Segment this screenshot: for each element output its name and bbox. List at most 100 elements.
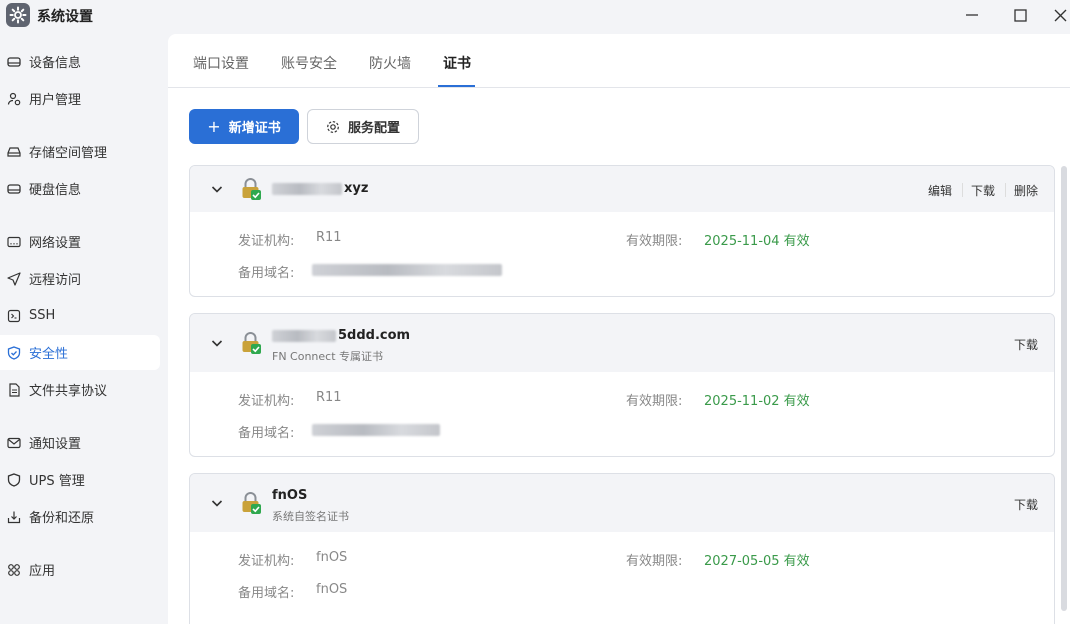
sidebar-item-label: 设备信息 xyxy=(29,56,82,71)
issuer-value: R11 xyxy=(316,390,342,405)
alt-names-label: 备用域名: xyxy=(238,586,295,601)
redacted-alt-names xyxy=(312,423,440,436)
main-panel: 端口设置 账号安全 防火墙 证书 + 新增证书 服务配置 xyz 编辑 下载 删… xyxy=(168,34,1070,624)
scrollbar[interactable] xyxy=(1061,166,1067,611)
certificate-card: fnOS 系统自签名证书 下载 发证机构: fnOS 有效期限: 2027-05… xyxy=(189,473,1055,624)
users-icon xyxy=(7,92,21,106)
sidebar-item-label: 存储空间管理 xyxy=(29,146,108,161)
alt-names-value xyxy=(312,262,502,277)
certificate-card-header[interactable]: fnOS 系统自签名证书 下载 xyxy=(190,474,1054,532)
sidebar-item-apps[interactable]: 应用 xyxy=(0,552,160,587)
certificate-card: xyz 编辑 下载 删除 发证机构: R11 有效期限: 2025-11-04 … xyxy=(189,165,1055,297)
sidebar-item-remote-access[interactable]: 远程访问 xyxy=(0,261,160,296)
expiry-value: 2025-11-02 有效 xyxy=(704,394,810,409)
close-icon xyxy=(1054,9,1066,21)
sidebar-item-device-info[interactable]: 设备信息 xyxy=(0,44,160,79)
sidebar-item-notifications[interactable]: 通知设置 xyxy=(0,425,160,460)
expiry-label: 有效期限: xyxy=(626,394,683,409)
expiry-value: 2025-11-04 有效 xyxy=(704,234,810,249)
minimize-button[interactable] xyxy=(957,4,987,26)
file-icon xyxy=(7,382,21,397)
certificate-card-header[interactable]: 5ddd.com FN Connect 专属证书 下载 xyxy=(190,314,1054,372)
certificate-name: 5ddd.com xyxy=(272,328,410,343)
download-action[interactable]: 下载 xyxy=(971,182,995,199)
certificate-card-header[interactable]: xyz 编辑 下载 删除 xyxy=(190,166,1054,212)
send-icon xyxy=(7,271,21,286)
sidebar-item-label: UPS 管理 xyxy=(29,474,85,489)
tab-firewall[interactable]: 防火墙 xyxy=(369,53,411,73)
terminal-icon xyxy=(7,309,21,323)
tab-certificates[interactable]: 证书 xyxy=(443,53,471,73)
active-tab-indicator xyxy=(438,85,475,87)
sidebar-item-ssh[interactable]: SSH xyxy=(0,298,160,333)
alt-names-label: 备用域名: xyxy=(238,266,295,281)
alt-names-value xyxy=(312,422,440,437)
maximize-button[interactable] xyxy=(1005,4,1035,26)
sidebar: 设备信息 用户管理 存储空间管理 硬盘信息 网络设置 远程访问 SSH 安全性 … xyxy=(0,34,168,624)
chevron-down-icon[interactable] xyxy=(210,336,224,350)
alt-names-value: fnOS xyxy=(316,582,348,597)
delete-action[interactable]: 删除 xyxy=(1014,182,1038,199)
service-config-label: 服务配置 xyxy=(347,121,400,136)
title-bar: 系统设置 xyxy=(0,0,1070,34)
sidebar-item-storage[interactable]: 存储空间管理 xyxy=(0,134,160,169)
tab-account-security[interactable]: 账号安全 xyxy=(281,53,337,73)
service-config-button[interactable]: 服务配置 xyxy=(307,109,419,144)
close-button[interactable] xyxy=(1050,4,1070,26)
network-icon xyxy=(7,235,21,249)
sidebar-item-security[interactable]: 安全性 xyxy=(0,335,160,370)
sidebar-item-backup[interactable]: 备份和还原 xyxy=(0,499,160,534)
sidebar-item-disk[interactable]: 硬盘信息 xyxy=(0,171,160,206)
shield-icon xyxy=(7,345,21,360)
chevron-down-icon[interactable] xyxy=(210,182,224,196)
sidebar-item-users[interactable]: 用户管理 xyxy=(0,81,160,116)
redacted-domain-prefix xyxy=(272,329,336,342)
alt-names-label: 备用域名: xyxy=(238,426,295,441)
certificate-name: fnOS xyxy=(272,488,308,503)
expiry-label: 有效期限: xyxy=(626,554,683,569)
download-action[interactable]: 下载 xyxy=(1014,496,1038,513)
tab-port-settings[interactable]: 端口设置 xyxy=(193,53,249,73)
add-certificate-label: 新增证书 xyxy=(228,121,281,136)
sidebar-item-label: 安全性 xyxy=(29,347,69,362)
issuer-value: fnOS xyxy=(316,550,348,565)
sidebar-item-label: 应用 xyxy=(29,564,56,579)
issuer-label: 发证机构: xyxy=(238,554,295,569)
sidebar-item-label: 通知设置 xyxy=(29,437,82,452)
plus-icon: + xyxy=(207,117,221,136)
expiry-value: 2027-05-05 有效 xyxy=(704,554,810,569)
sidebar-item-label: 远程访问 xyxy=(29,273,82,288)
ups-shield-icon xyxy=(7,472,21,487)
disk-icon xyxy=(7,182,21,196)
download-action[interactable]: 下载 xyxy=(1014,336,1038,353)
certificate-subtitle: FN Connect 专属证书 xyxy=(272,350,384,363)
action-divider xyxy=(962,183,963,197)
storage-icon xyxy=(7,145,21,159)
lock-verified-icon xyxy=(242,332,261,354)
maximize-icon xyxy=(1013,8,1027,22)
sidebar-item-label: 备份和还原 xyxy=(29,511,95,526)
edit-action[interactable]: 编辑 xyxy=(928,182,952,199)
sidebar-item-ups[interactable]: UPS 管理 xyxy=(0,462,160,497)
issuer-value: R11 xyxy=(316,230,342,245)
issuer-label: 发证机构: xyxy=(238,234,295,249)
expiry-label: 有效期限: xyxy=(626,234,683,249)
mail-icon xyxy=(7,436,21,450)
chevron-down-icon[interactable] xyxy=(210,496,224,510)
certificate-card: 5ddd.com FN Connect 专属证书 下载 发证机构: R11 有效… xyxy=(189,313,1055,457)
sidebar-item-network[interactable]: 网络设置 xyxy=(0,224,160,259)
settings-gear-icon xyxy=(6,3,30,27)
gear-icon xyxy=(326,120,340,134)
sidebar-item-file-sharing[interactable]: 文件共享协议 xyxy=(0,372,160,407)
apps-icon xyxy=(7,563,21,577)
tab-bar: 端口设置 账号安全 防火墙 证书 xyxy=(168,34,1070,88)
device-icon xyxy=(7,55,21,69)
issuer-label: 发证机构: xyxy=(238,394,295,409)
redacted-alt-names xyxy=(312,263,502,276)
sidebar-item-label: SSH xyxy=(29,308,56,323)
add-certificate-button[interactable]: + 新增证书 xyxy=(189,109,299,144)
action-divider xyxy=(1005,183,1006,197)
sidebar-item-label: 文件共享协议 xyxy=(29,384,108,399)
lock-verified-icon xyxy=(242,178,261,200)
lock-verified-icon xyxy=(242,492,261,514)
